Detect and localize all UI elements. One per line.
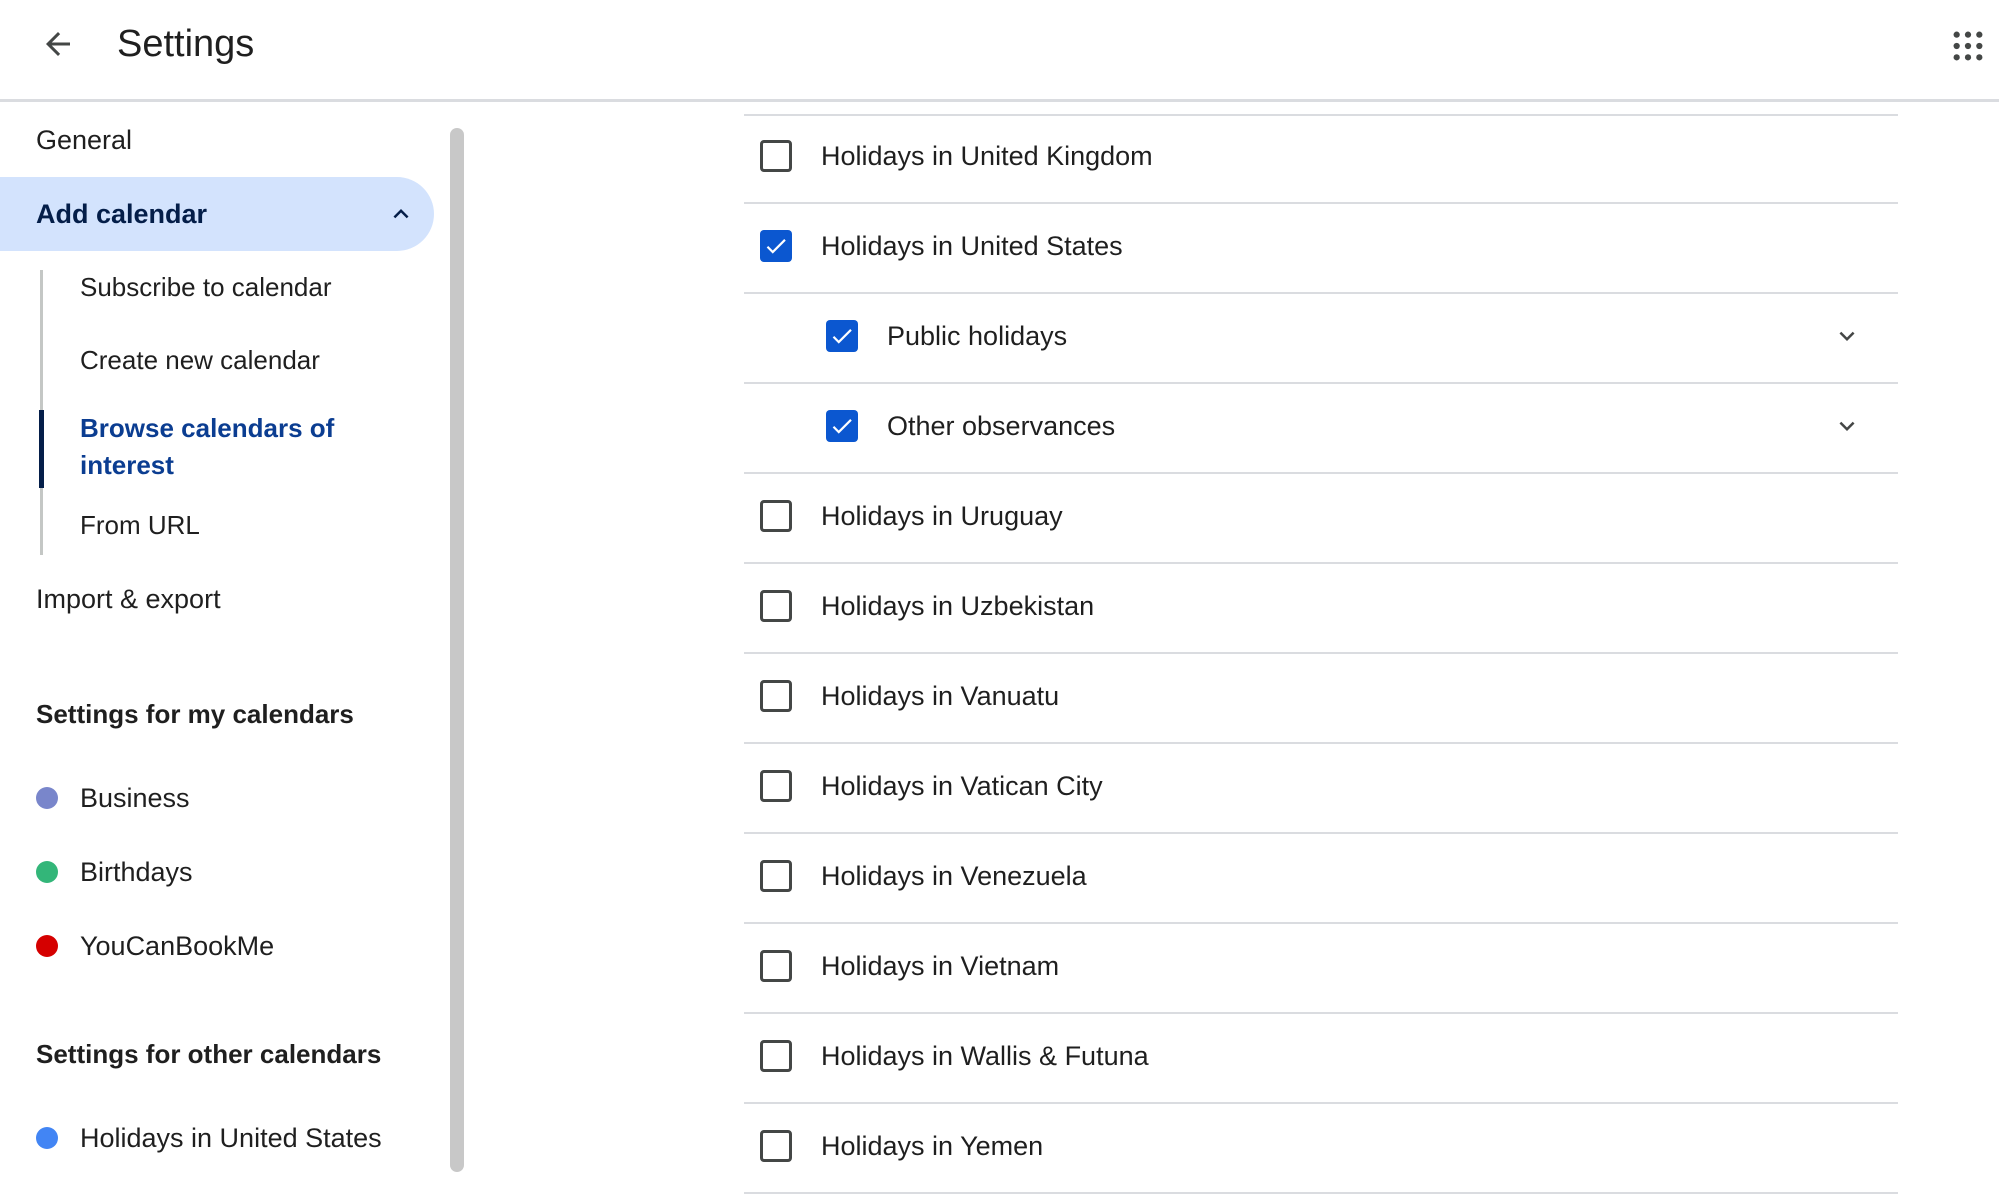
calendar-option-label: Holidays in Vietnam	[821, 951, 1060, 981]
back-button[interactable]	[30, 16, 86, 72]
my-calendar-youcanbookme[interactable]: YouCanBookMe	[36, 926, 274, 966]
list-item: Holidays in Vanuatu	[744, 654, 1898, 744]
list-item: Holidays in Vietnam	[744, 924, 1898, 1014]
chevron-down-icon[interactable]	[1832, 411, 1862, 441]
calendar-checkbox[interactable]	[760, 770, 792, 802]
calendar-option-label: Other observances	[887, 411, 1116, 441]
calendar-option-label: Holidays in Yemen	[821, 1131, 1044, 1161]
calendar-checkbox[interactable]	[760, 500, 792, 532]
chevron-up-icon[interactable]	[386, 199, 416, 229]
list-item: Holidays in Wallis & Futuna	[744, 1014, 1898, 1104]
calendar-color-dot	[36, 935, 58, 957]
calendar-option-label: Holidays in United Kingdom	[821, 141, 1153, 171]
nav-general[interactable]: General	[36, 122, 132, 158]
other-calendar-holidays-us[interactable]: Holidays in United States	[36, 1118, 382, 1158]
calendar-checkbox[interactable]	[760, 140, 792, 172]
subnav-from-url[interactable]: From URL	[80, 507, 200, 543]
calendar-checkbox[interactable]	[760, 590, 792, 622]
nav-import-export[interactable]: Import & export	[36, 581, 221, 617]
apps-button[interactable]	[1940, 18, 1996, 74]
calendar-checkbox[interactable]	[760, 860, 792, 892]
list-item: Other observances	[744, 384, 1898, 474]
calendar-option-label: Holidays in Vatican City	[821, 771, 1103, 801]
expand-button[interactable]	[1832, 321, 1862, 351]
calendar-label: Holidays in United States	[80, 1123, 382, 1153]
calendar-checkbox[interactable]	[760, 680, 792, 712]
calendar-option-label: Holidays in United States	[821, 231, 1123, 261]
settings-sidebar: General Add calendar Subscribe to calend…	[0, 105, 440, 1172]
section-my-calendars-title: Settings for my calendars	[36, 699, 354, 729]
list-item: Holidays in Uruguay	[744, 474, 1898, 564]
nav-add-calendar-label: Add calendar	[36, 199, 208, 229]
calendar-option-label: Holidays in Uruguay	[821, 501, 1063, 531]
calendar-checkbox[interactable]	[826, 410, 858, 442]
subnav-create-new-calendar[interactable]: Create new calendar	[80, 342, 320, 378]
calendar-option-label: Public holidays	[887, 321, 1068, 351]
list-item: Holidays in Yemen	[744, 1104, 1898, 1194]
subnav-active-indicator	[39, 410, 44, 488]
list-item: Holidays in Vatican City	[744, 744, 1898, 834]
calendar-color-dot	[36, 1127, 58, 1149]
my-calendar-birthdays[interactable]: Birthdays	[36, 852, 193, 892]
calendar-checkbox[interactable]	[760, 230, 792, 262]
nav-add-calendar[interactable]: Add calendar	[0, 177, 434, 251]
calendar-color-dot	[36, 861, 58, 883]
subnav-subscribe-to-calendar[interactable]: Subscribe to calendar	[80, 269, 331, 305]
holiday-calendar-list: Holidays in United Kingdom Holidays in Un…	[744, 114, 1898, 1194]
list-item: Holidays in United States	[744, 204, 1898, 294]
expand-button[interactable]	[1832, 411, 1862, 441]
app-header: Settings	[0, 0, 1999, 102]
calendar-option-label: Holidays in Uzbekistan	[821, 591, 1095, 621]
checkmark-icon	[832, 329, 852, 344]
chevron-down-icon[interactable]	[1832, 321, 1862, 351]
calendar-checkbox[interactable]	[760, 1040, 792, 1072]
calendar-option-label: Holidays in Vanuatu	[821, 681, 1060, 711]
list-item: Holidays in Uzbekistan	[744, 564, 1898, 654]
calendar-checkbox[interactable]	[760, 1130, 792, 1162]
my-calendar-business[interactable]: Business	[36, 778, 190, 818]
sidebar-scrollbar[interactable]	[450, 128, 464, 1172]
calendar-label: Birthdays	[80, 857, 193, 887]
calendar-option-label: Holidays in Wallis & Futuna	[821, 1041, 1149, 1071]
calendar-color-dot	[36, 787, 58, 809]
checkmark-icon	[832, 419, 852, 434]
calendar-option-label: Holidays in Venezuela	[821, 861, 1087, 891]
list-item: Holidays in United Kingdom	[744, 114, 1898, 204]
checkmark-icon	[766, 239, 786, 254]
list-item: Public holidays	[744, 294, 1898, 384]
calendar-checkbox[interactable]	[760, 950, 792, 982]
calendar-label: Business	[80, 783, 190, 813]
calendar-label: YouCanBookMe	[80, 931, 275, 961]
calendar-checkbox[interactable]	[826, 320, 858, 352]
subnav-browse-calendars-of-interest[interactable]: Browse calendars of interest	[80, 410, 380, 484]
list-item: Holidays in Venezuela	[744, 834, 1898, 924]
apps-grid-icon	[1953, 31, 1983, 61]
section-other-calendars-title: Settings for other calendars	[36, 1039, 382, 1069]
arrow-back-icon	[46, 32, 70, 56]
page-title: Settings	[117, 23, 255, 65]
